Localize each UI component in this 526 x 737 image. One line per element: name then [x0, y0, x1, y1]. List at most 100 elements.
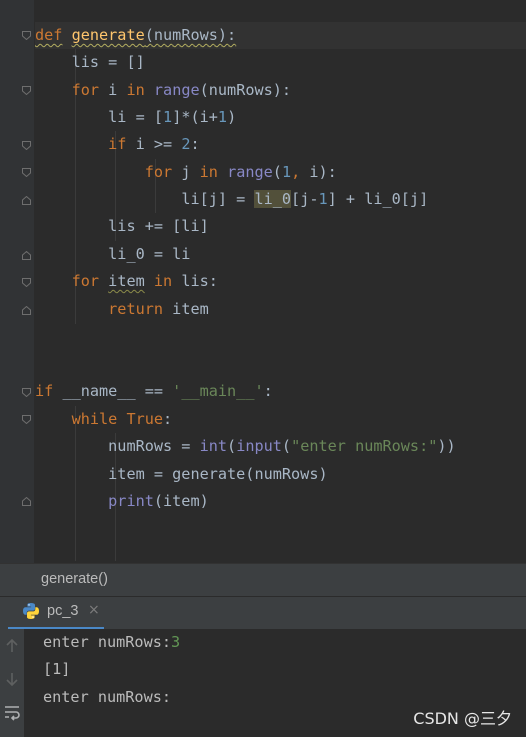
code-editor[interactable]: def generate(numRows): lis = [] for i in…	[0, 0, 526, 563]
fold-icon[interactable]	[22, 415, 31, 424]
keyword: if	[35, 382, 54, 400]
code-text: li = [	[108, 108, 164, 126]
highlighted-identifier: li_0	[254, 190, 292, 208]
code-line[interactable]: return item	[35, 296, 209, 323]
function-name: generate	[71, 26, 145, 44]
code-line[interactable]: if __name__ == '__main__':	[35, 378, 273, 405]
run-tab-label: pc_3	[47, 603, 79, 619]
breadcrumb-item[interactable]: generate()	[41, 571, 108, 587]
code-text: :	[263, 382, 273, 400]
fold-icon[interactable]	[22, 141, 31, 150]
keyword: while	[71, 410, 118, 428]
fold-end-icon[interactable]	[22, 497, 31, 506]
watermark: CSDN @三夕	[413, 709, 512, 728]
keyword: in	[199, 163, 218, 181]
code-text: (numRows):	[144, 26, 237, 44]
code-text: lis += [li]	[108, 217, 209, 235]
console-line: enter numRows:3	[43, 629, 180, 656]
code-text: ] + li_0[j]	[327, 190, 429, 208]
builtin: int	[199, 437, 228, 455]
keyword: True	[126, 410, 164, 428]
keyword: for	[71, 81, 100, 99]
fold-end-icon[interactable]	[22, 196, 31, 205]
code-line[interactable]: lis += [li]	[35, 213, 209, 240]
fold-end-icon[interactable]	[22, 251, 31, 260]
code-line[interactable]: print(item)	[35, 488, 209, 515]
code-text: ]*(i+	[172, 108, 218, 126]
fold-icon[interactable]	[22, 388, 31, 397]
code-text: item = generate(numRows)	[108, 465, 328, 483]
builtin: input	[236, 437, 282, 455]
code-line[interactable]: def generate(numRows):	[35, 22, 526, 49]
code-text: (item)	[153, 492, 209, 510]
code-line[interactable]: if i >= 2:	[35, 131, 200, 158]
code-text: (	[272, 163, 282, 181]
builtin: print	[108, 492, 154, 510]
breadcrumb[interactable]: generate()	[0, 563, 526, 596]
run-tool-window-header: pc_3 ×	[0, 596, 526, 630]
soft-wrap-icon[interactable]	[3, 703, 21, 721]
code-text: )	[227, 108, 237, 126]
code-line[interactable]: item = generate(numRows)	[35, 461, 328, 488]
code-text: (	[281, 437, 292, 455]
code-text: item	[163, 300, 209, 318]
code-text: li_0 = li	[108, 245, 191, 263]
console-prompt: enter numRows:	[43, 688, 172, 706]
code-line[interactable]: for i in range(numRows):	[35, 77, 291, 104]
arrow-up-icon[interactable]	[3, 637, 21, 655]
code-text: j	[172, 163, 200, 181]
code-text: __name__ ==	[53, 382, 173, 400]
number: 1	[281, 163, 292, 181]
code-text: i):	[300, 163, 337, 181]
code-line[interactable]: li[j] = li_0[j-1] + li_0[j]	[35, 186, 428, 213]
fold-icon[interactable]	[22, 168, 31, 177]
keyword: if	[108, 135, 127, 153]
builtin: range	[153, 81, 200, 99]
code-text: numRows =	[108, 437, 200, 455]
code-text: [j-	[291, 190, 319, 208]
code-text: :	[163, 410, 173, 428]
console-prompt: enter numRows:	[43, 633, 172, 651]
code-line[interactable]: while True:	[35, 406, 173, 433]
run-tab[interactable]: pc_3 ×	[8, 597, 104, 630]
console-line: [1]	[43, 656, 70, 683]
code-text: (numRows):	[199, 81, 292, 99]
keyword: in	[153, 272, 173, 290]
builtin: range	[227, 163, 273, 181]
code-text: li[j] =	[181, 190, 255, 208]
arrow-down-icon[interactable]	[3, 670, 21, 688]
keyword: return	[108, 300, 164, 318]
console-user-input: 3	[171, 633, 181, 651]
code-text: i >=	[126, 135, 182, 153]
string: '__main__'	[172, 382, 264, 400]
python-icon	[22, 602, 40, 624]
code-line[interactable]: li = [1]*(i+1)	[35, 104, 236, 131]
code-text: item	[108, 272, 145, 290]
keyword: def	[35, 26, 63, 44]
code-text: :	[190, 135, 200, 153]
close-icon[interactable]: ×	[88, 602, 100, 618]
code-text: (	[227, 437, 237, 455]
number: 1	[217, 108, 228, 126]
fold-icon[interactable]	[22, 31, 31, 40]
comma: ,	[291, 163, 301, 181]
code-line[interactable]: for item in lis:	[35, 268, 218, 295]
number: 1	[318, 190, 328, 208]
code-line[interactable]: numRows = int(input("enter numRows:"))	[35, 433, 456, 460]
keyword: for	[71, 272, 100, 290]
code-line[interactable]: lis = []	[35, 49, 145, 76]
keyword: for	[144, 163, 173, 181]
console-toolbar	[0, 629, 24, 737]
code-text: lis:	[172, 272, 218, 290]
code-line[interactable]: li_0 = li	[35, 241, 190, 268]
code-text: i	[99, 81, 127, 99]
console-output: [1]	[43, 660, 71, 678]
keyword: in	[126, 81, 145, 99]
number: 1	[163, 108, 173, 126]
fold-icon[interactable]	[22, 86, 31, 95]
string: "enter numRows:"	[291, 437, 438, 455]
fold-icon[interactable]	[22, 278, 31, 287]
fold-end-icon[interactable]	[22, 306, 31, 315]
code-line[interactable]: for j in range(1, i):	[35, 159, 337, 186]
code-text: ))	[437, 437, 456, 455]
